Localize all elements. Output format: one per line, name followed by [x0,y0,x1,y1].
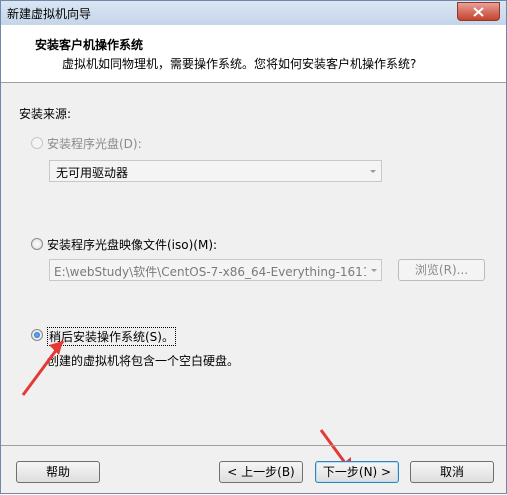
help-button[interactable]: 帮助 [16,461,100,483]
footer-divider [1,445,506,446]
cancel-button[interactable]: 取消 [410,461,494,483]
new-vm-wizard-window: 新建虚拟机向导 安装客户机操作系统 虚拟机如同物理机，需要操作系统。您将如何安装… [0,0,507,494]
annotation-arrow-icon [21,340,65,396]
back-button[interactable]: < 上一步(B) [219,461,303,483]
next-button[interactable]: 下一步(N) > [315,461,399,483]
annotation-arrows [21,340,353,472]
